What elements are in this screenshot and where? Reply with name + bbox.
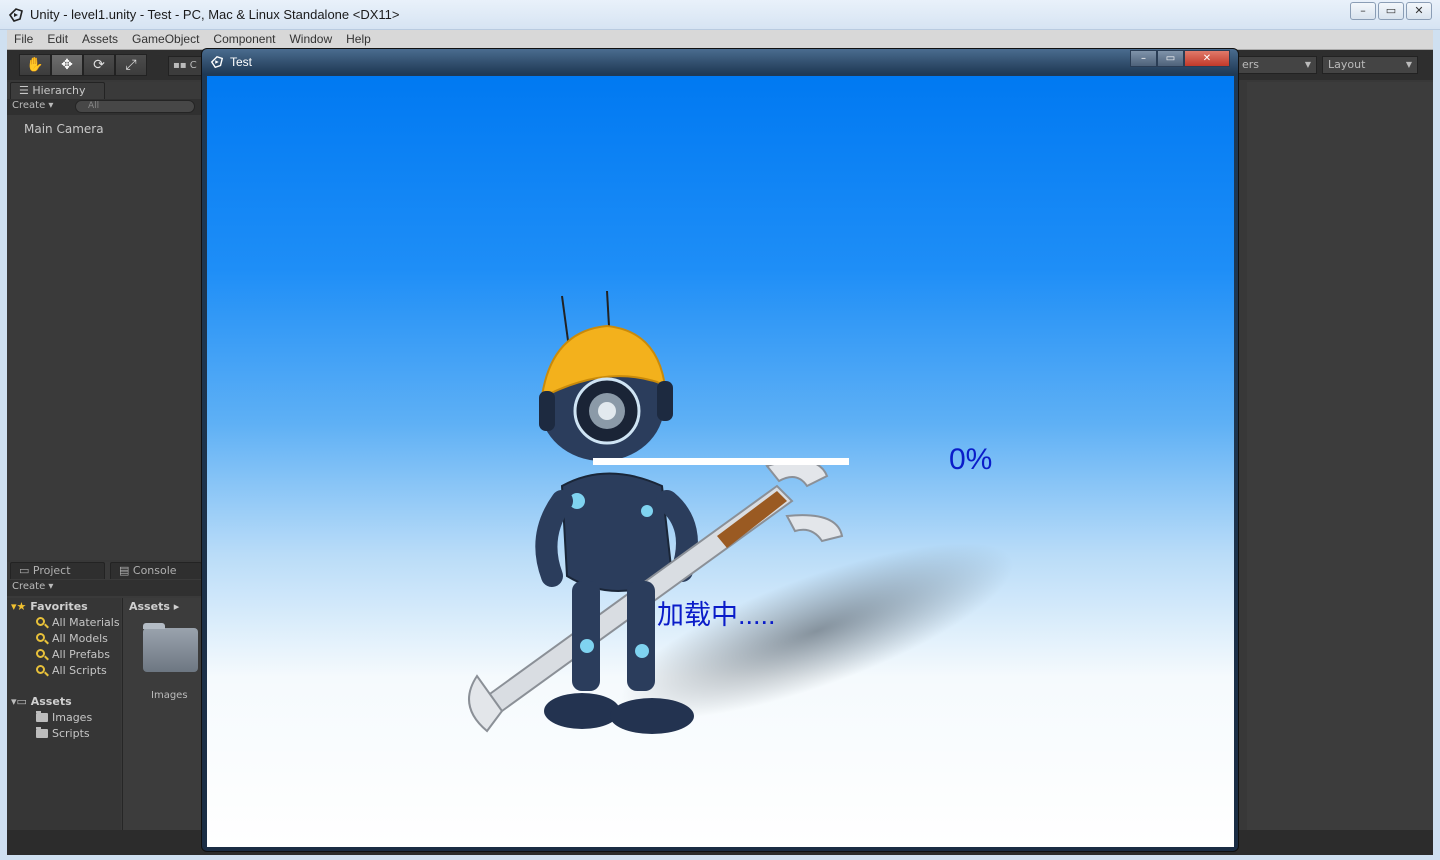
unity-logo-icon: [210, 55, 224, 69]
hierarchy-search-placeholder: All: [88, 101, 100, 111]
search-icon: [36, 664, 49, 677]
rotate-tool-button[interactable]: ⟳: [83, 54, 115, 76]
favorite-label: All Scripts: [52, 664, 107, 677]
menu-component[interactable]: Component: [206, 30, 282, 49]
tab-hierarchy-label: Hierarchy: [32, 84, 86, 97]
minimize-button[interactable]: –: [1350, 2, 1376, 20]
hand-tool-button[interactable]: ✋: [19, 54, 51, 76]
menu-file[interactable]: File: [7, 30, 40, 49]
robot-illustration: [468, 290, 844, 734]
layout-dropdown[interactable]: Layout ▼: [1322, 56, 1418, 74]
project-tree: ▾★ Favorites All Materials All Models Al…: [7, 598, 121, 830]
window-title-bar: Unity - level1.unity - Test - PC, Mac & …: [0, 0, 1440, 30]
unity-logo-icon: [8, 8, 23, 22]
loading-progress-bar: [593, 458, 849, 465]
menu-gameobject[interactable]: GameObject: [125, 30, 206, 49]
menu-assets[interactable]: Assets: [75, 30, 125, 49]
tab-console-label: Console: [132, 564, 177, 577]
folder-icon: [36, 727, 48, 738]
folder-thumbnail-icon[interactable]: [143, 623, 198, 672]
console-icon: ▤: [119, 564, 133, 577]
grid-item-label: Images: [151, 690, 188, 701]
transform-tools: ✋ ✥ ⟳ ⤢: [19, 54, 147, 76]
favorite-all-materials[interactable]: All Materials: [36, 616, 120, 629]
menu-help[interactable]: Help: [339, 30, 378, 49]
search-icon: [36, 616, 49, 629]
assets-label: Assets: [30, 695, 72, 708]
folder-icon: ▾▭: [11, 695, 31, 708]
favorite-all-scripts[interactable]: All Scripts: [36, 664, 107, 677]
game-window: Test – ▭ ✕ 0% 加载中.....: [201, 48, 1239, 852]
hierarchy-create-dropdown[interactable]: Create ▾: [12, 100, 53, 111]
game-close-button[interactable]: ✕: [1184, 50, 1230, 67]
pivot-toggle[interactable]: ▪▪ C: [168, 56, 202, 76]
project-toolbar: Create ▾: [7, 580, 204, 596]
move-tool-button[interactable]: ✥: [51, 54, 83, 76]
chevron-down-icon: ▼: [1405, 60, 1412, 69]
tab-project-label: Project: [32, 564, 71, 577]
tab-console[interactable]: ▤ Console: [110, 562, 202, 579]
project-create-dropdown[interactable]: Create ▾: [12, 581, 53, 592]
menu-bar: File Edit Assets GameObject Component Wi…: [7, 30, 1433, 50]
loading-percent: 0%: [949, 443, 993, 476]
favorites-header[interactable]: ▾★ Favorites: [11, 600, 88, 613]
list-icon: ☰: [19, 84, 33, 97]
window-controls: – ▭ ✕: [1350, 2, 1432, 20]
star-icon: ▾★: [11, 600, 31, 613]
game-window-title: Test: [230, 55, 253, 69]
game-minimize-button[interactable]: –: [1130, 50, 1157, 67]
favorite-all-models[interactable]: All Models: [36, 632, 108, 645]
loading-label: 加载中.....: [657, 600, 776, 630]
window-title: Unity - level1.unity - Test - PC, Mac & …: [30, 7, 400, 22]
layers-label: ers: [1242, 58, 1260, 71]
hierarchy-panel: ☰ Hierarchy Create ▾ All Main Camera: [7, 82, 204, 560]
layout-label: Layout: [1328, 58, 1366, 71]
close-button[interactable]: ✕: [1406, 2, 1432, 20]
game-window-controls: – ▭ ✕: [1130, 50, 1230, 67]
search-icon: [36, 632, 49, 645]
menu-edit[interactable]: Edit: [40, 30, 75, 49]
folder-images[interactable]: Images: [36, 711, 92, 724]
hierarchy-search-input[interactable]: All: [75, 100, 195, 113]
project-panel: ▭ Project ▤ Console Create ▾ ▾★ Favorite…: [7, 562, 204, 830]
favorite-label: All Prefabs: [52, 648, 110, 661]
project-grid: Assets ▸ Images: [122, 598, 204, 830]
game-maximize-button[interactable]: ▭: [1157, 50, 1184, 67]
folder-scripts[interactable]: Scripts: [36, 727, 90, 740]
favorite-all-prefabs[interactable]: All Prefabs: [36, 648, 110, 661]
hierarchy-toolbar: Create ▾ All: [7, 99, 204, 115]
chevron-down-icon: ▼: [1304, 60, 1311, 69]
scale-tool-button[interactable]: ⤢: [115, 54, 147, 76]
menu-window[interactable]: Window: [282, 30, 339, 49]
favorite-label: All Models: [52, 632, 108, 645]
favorite-label: All Materials: [52, 616, 120, 629]
inspector-panel: [1247, 82, 1433, 830]
assets-folder-header[interactable]: ▾▭ Assets: [11, 695, 72, 708]
tab-hierarchy[interactable]: ☰ Hierarchy: [10, 82, 105, 99]
favorites-label: Favorites: [30, 600, 88, 613]
folder-label: Scripts: [52, 727, 90, 740]
project-breadcrumb[interactable]: Assets ▸: [129, 600, 179, 613]
folder-label: Images: [52, 711, 93, 724]
folder-icon: [36, 711, 48, 722]
hierarchy-item-main-camera[interactable]: Main Camera: [24, 122, 104, 136]
tab-project[interactable]: ▭ Project: [10, 562, 105, 579]
layers-dropdown[interactable]: ers ▼: [1237, 56, 1317, 74]
folder-icon: ▭: [19, 564, 33, 577]
game-viewport: 0% 加载中.....: [207, 76, 1234, 847]
maximize-button[interactable]: ▭: [1378, 2, 1404, 20]
search-icon: [36, 648, 49, 661]
